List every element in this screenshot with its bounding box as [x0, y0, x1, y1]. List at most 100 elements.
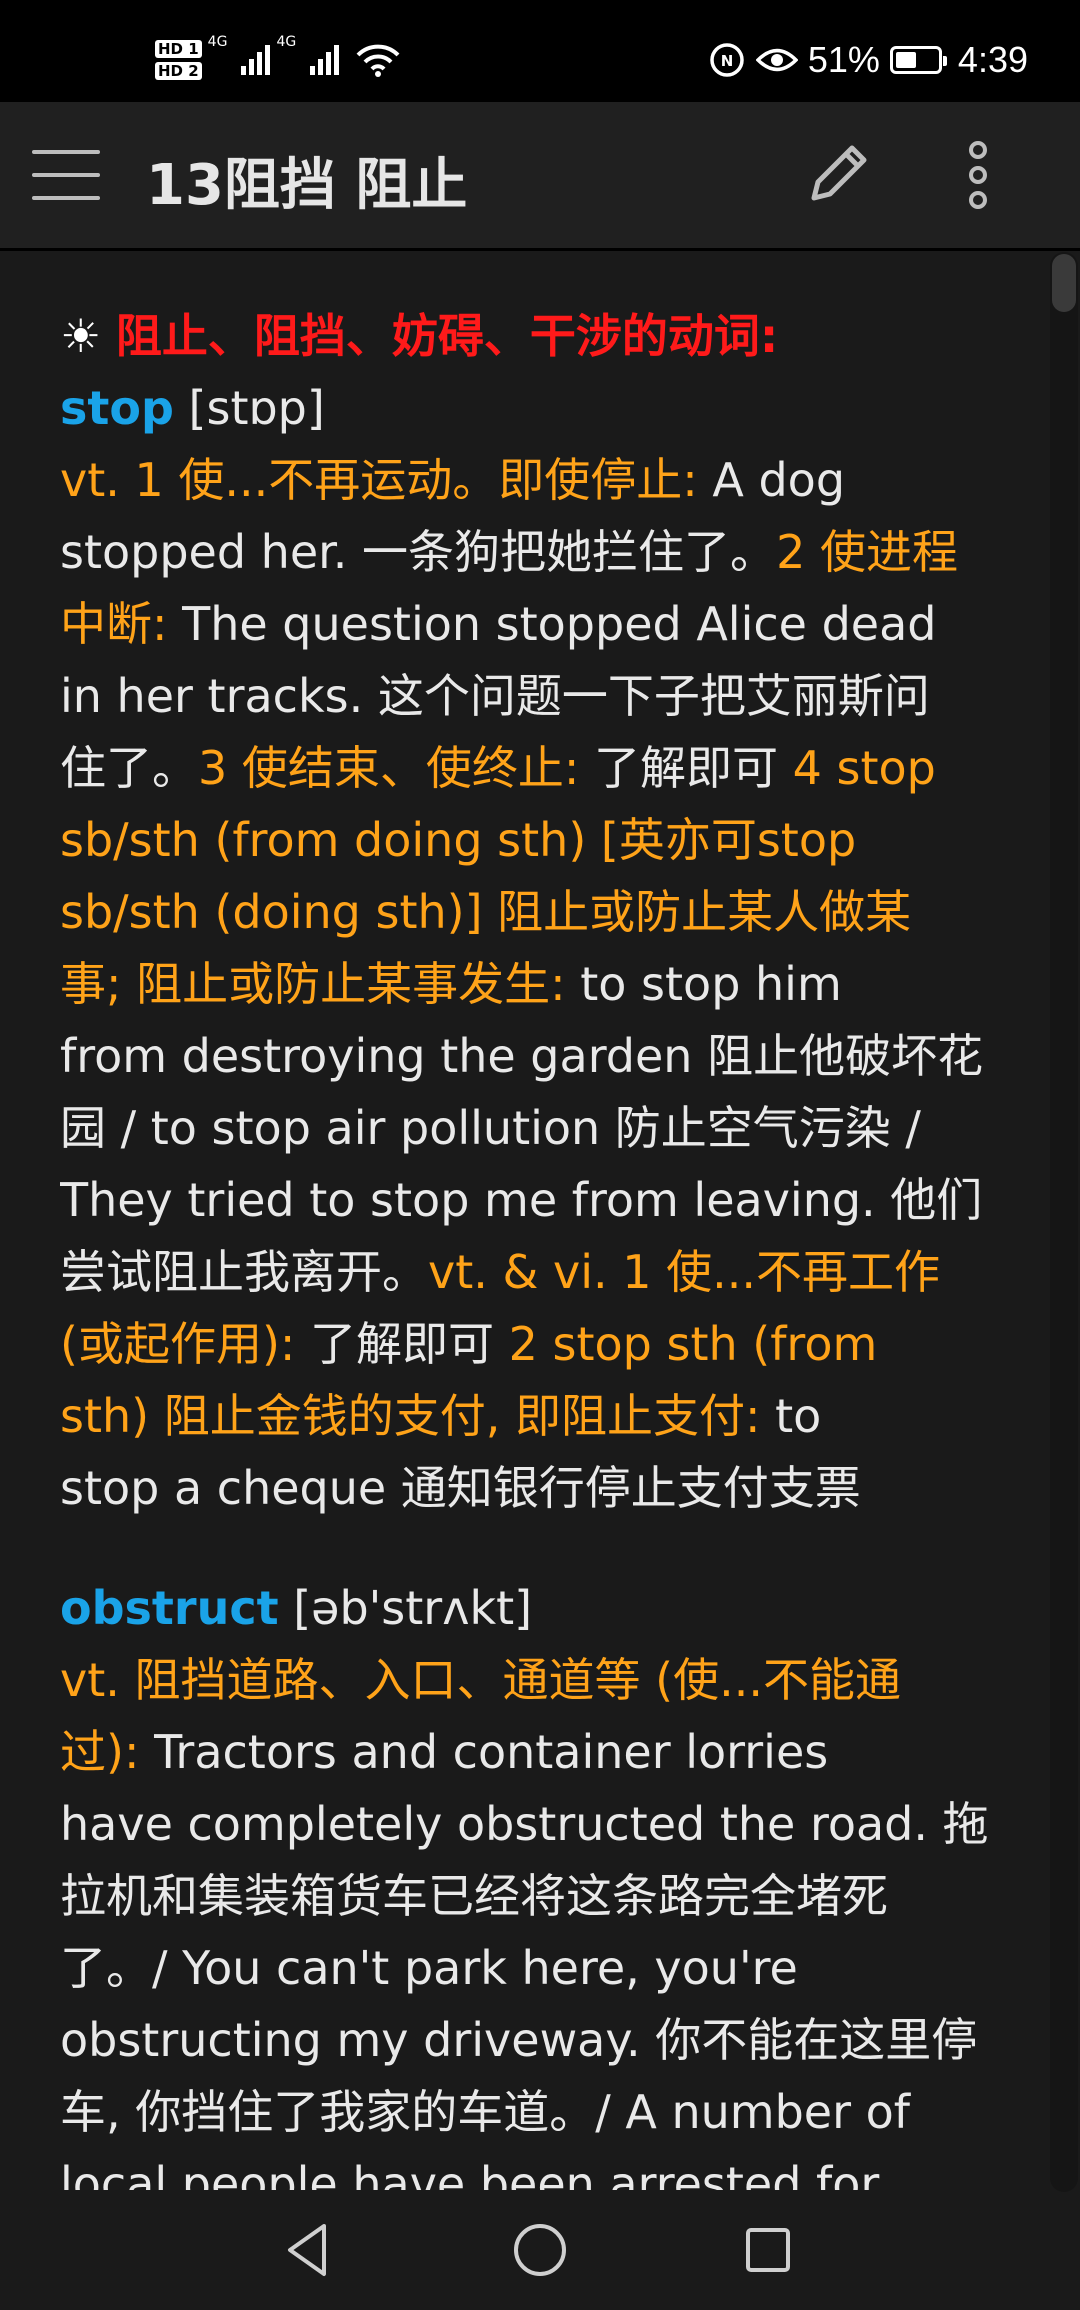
text-line: 尝试阻止我离开。vt. & vi. 1 使...不再工作 — [60, 1236, 1000, 1308]
example-segment: from destroying the garden 阻止他破坏花 — [60, 1029, 984, 1083]
text-line: from destroying the garden 阻止他破坏花 — [60, 1020, 1000, 1092]
example-segment: local people have been arrested for — [60, 2157, 880, 2190]
text-line: obstructing my driveway. 你不能在这里停 — [60, 2004, 1000, 2076]
status-left: HD 1 HD 2 4G 4G — [155, 30, 401, 90]
word-line: obstruct [əb'strʌkt] — [60, 1572, 1000, 1644]
eye-icon — [755, 48, 798, 72]
net-label-2: 4G — [276, 34, 297, 50]
svg-text:N: N — [721, 52, 734, 70]
definition-segment: sb/sth (doing sth)] 阻止或防止某人做某 — [60, 885, 912, 939]
example-segment: 尝试阻止我离开。 — [60, 1245, 428, 1299]
clock: 4:39 — [957, 39, 1028, 80]
more-vert-icon[interactable] — [950, 140, 1006, 210]
definition-segment: 中断: — [60, 597, 183, 651]
definition-segment: 4 stop — [792, 741, 936, 795]
example-segment: in her tracks. 这个问题一下子把艾丽斯问 — [60, 669, 930, 723]
battery-fill — [895, 52, 916, 68]
app-bar: 13阻挡 阻止 — [0, 102, 1080, 251]
hd-badges: HD 1 HD 2 — [155, 40, 202, 80]
text-line: sth) 阻止金钱的支付, 即阻止支付: to — [60, 1380, 1000, 1452]
definition-segment: 2 使进程 — [776, 525, 958, 579]
status-bar: HD 1 HD 2 4G 4G N 51% 4:39 — [0, 0, 1080, 102]
text-line: stopped her. 一条狗把她拦住了。2 使进程 — [60, 516, 1000, 588]
definition-obstruct: vt. 阻挡道路、入口、通道等 (使...不能通 过): Tractors and… — [60, 1644, 1000, 2190]
text-line: 拉机和集装箱货车已经将这条路完全堵死 — [60, 1860, 1000, 1932]
text-line: sb/sth (doing sth)] 阻止或防止某人做某 — [60, 876, 1000, 948]
headword-obstruct: obstruct — [60, 1581, 279, 1635]
headword-stop: stop — [60, 381, 174, 435]
example-segment: 了解即可 — [594, 741, 793, 795]
signal-icon — [241, 45, 271, 75]
example-segment: 了。/ You can't park here, you're — [60, 1941, 798, 1995]
text-line: sb/sth (from doing sth) [英亦可stop — [60, 804, 1000, 876]
edit-pencil-icon[interactable] — [800, 132, 872, 212]
wifi-icon — [356, 44, 400, 77]
example-segment: Tractors and container lorries — [154, 1725, 829, 1779]
example-segment: 车, 你挡住了我家的车道。/ A number of — [60, 2085, 910, 2139]
net-label-1: 4G — [207, 34, 228, 50]
text-line: (或起作用): 了解即可 2 stop sth (from — [60, 1308, 1000, 1380]
definition-segment: 2 stop sth (from — [508, 1317, 878, 1371]
text-line: 住了。3 使结束、使终止: 了解即可 4 stop — [60, 732, 1000, 804]
home-icon[interactable] — [500, 2210, 580, 2290]
text-line: 过): Tractors and container lorries — [60, 1716, 1000, 1788]
text-line: in her tracks. 这个问题一下子把艾丽斯问 — [60, 660, 1000, 732]
word-line: stop [stɒp] — [60, 372, 1000, 444]
page-title: 13阻挡 阻止 — [146, 153, 468, 218]
text-line: vt. 阻挡道路、入口、通道等 (使...不能通 — [60, 1644, 1000, 1716]
battery-icon — [889, 46, 947, 74]
example-segment: stop a cheque 通知银行停止支付支票 — [60, 1461, 861, 1515]
nfc-icon: N — [710, 43, 744, 77]
example-segment: 拉机和集装箱货车已经将这条路完全堵死 — [60, 1869, 888, 1923]
text-line: 车, 你挡住了我家的车道。/ A number of — [60, 2076, 1000, 2148]
text-line: vt. 1 使...不再运动。即使停止: A dog — [60, 444, 1000, 516]
text-line: 园 / to stop air pollution 防止空气污染 / — [60, 1092, 1000, 1164]
hd2-badge: HD 2 — [155, 62, 202, 80]
navigation-bar — [0, 2192, 1080, 2310]
menu-icon[interactable] — [32, 150, 100, 200]
text-line: 了。/ You can't park here, you're — [60, 1932, 1000, 2004]
definition-segment: 过): — [60, 1725, 155, 1779]
example-segment: 住了。 — [60, 741, 198, 795]
example-segment: to stop him — [580, 957, 842, 1011]
definition-segment: 事; 阻止或防止某事发生: — [60, 957, 581, 1011]
text-line: stop a cheque 通知银行停止支付支票 — [60, 1452, 1000, 1524]
definition-segment: vt. 阻挡道路、入口、通道等 (使...不能通 — [60, 1653, 901, 1707]
definition-stop: vt. 1 使...不再运动。即使停止: A dog stopped her. 一… — [60, 444, 1000, 1524]
back-icon[interactable] — [268, 2210, 348, 2290]
example-segment: 园 / to stop air pollution 防止空气污染 / — [60, 1101, 921, 1155]
text-line: have completely obstructed the road. 拖 — [60, 1788, 1000, 1860]
example-segment: have completely obstructed the road. 拖 — [60, 1797, 989, 1851]
hd1-badge: HD 1 — [155, 40, 202, 58]
status-right: N 51% 4:39 — [708, 30, 1028, 90]
text-line: local people have been arrested for — [60, 2148, 1000, 2190]
recents-icon[interactable] — [728, 2210, 808, 2290]
signal-icon — [310, 45, 340, 75]
scrollbar[interactable] — [1050, 252, 1078, 2192]
example-segment: A dog — [712, 453, 846, 507]
text-line: 中断: The question stopped Alice dead — [60, 588, 1000, 660]
entry-heading: ☀ 阻止、阻挡、妨碍、干涉的动词: — [60, 300, 1000, 372]
text-line: They tried to stop me from leaving. 他们 — [60, 1164, 1000, 1236]
entry-content: ☀ 阻止、阻挡、妨碍、干涉的动词: stop [stɒp] vt. 1 使...… — [60, 300, 1000, 2190]
sun-icon: ☀ — [60, 309, 102, 363]
definition-segment: vt. & vi. 1 使...不再工作 — [428, 1245, 940, 1299]
scrollbar-thumb[interactable] — [1052, 254, 1076, 312]
ipa-obstruct: [əb'strʌkt] — [278, 1581, 533, 1635]
example-segment: obstructing my driveway. 你不能在这里停 — [60, 2013, 978, 2067]
example-segment: stopped her. 一条狗把她拦住了。 — [60, 525, 777, 579]
example-segment: The question stopped Alice dead — [182, 597, 937, 651]
definition-segment: sth) 阻止金钱的支付, 即阻止支付: — [60, 1389, 776, 1443]
definition-segment: 3 使结束、使终止: — [198, 741, 595, 795]
definition-segment: sb/sth (from doing sth) [英亦可stop — [60, 813, 857, 867]
example-segment: to — [775, 1389, 822, 1443]
text-line: 事; 阻止或防止某事发生: to stop him — [60, 948, 1000, 1020]
battery-percent: 51% — [807, 39, 880, 80]
example-segment: They tried to stop me from leaving. 他们 — [60, 1173, 983, 1227]
definition-segment: vt. 1 使...不再运动。即使停止: — [60, 453, 713, 507]
example-segment: 了解即可 — [310, 1317, 509, 1371]
heading-text: 阻止、阻挡、妨碍、干涉的动词: — [115, 309, 779, 363]
definition-segment: (或起作用): — [60, 1317, 311, 1371]
ipa-stop: [stɒp] — [173, 381, 325, 435]
